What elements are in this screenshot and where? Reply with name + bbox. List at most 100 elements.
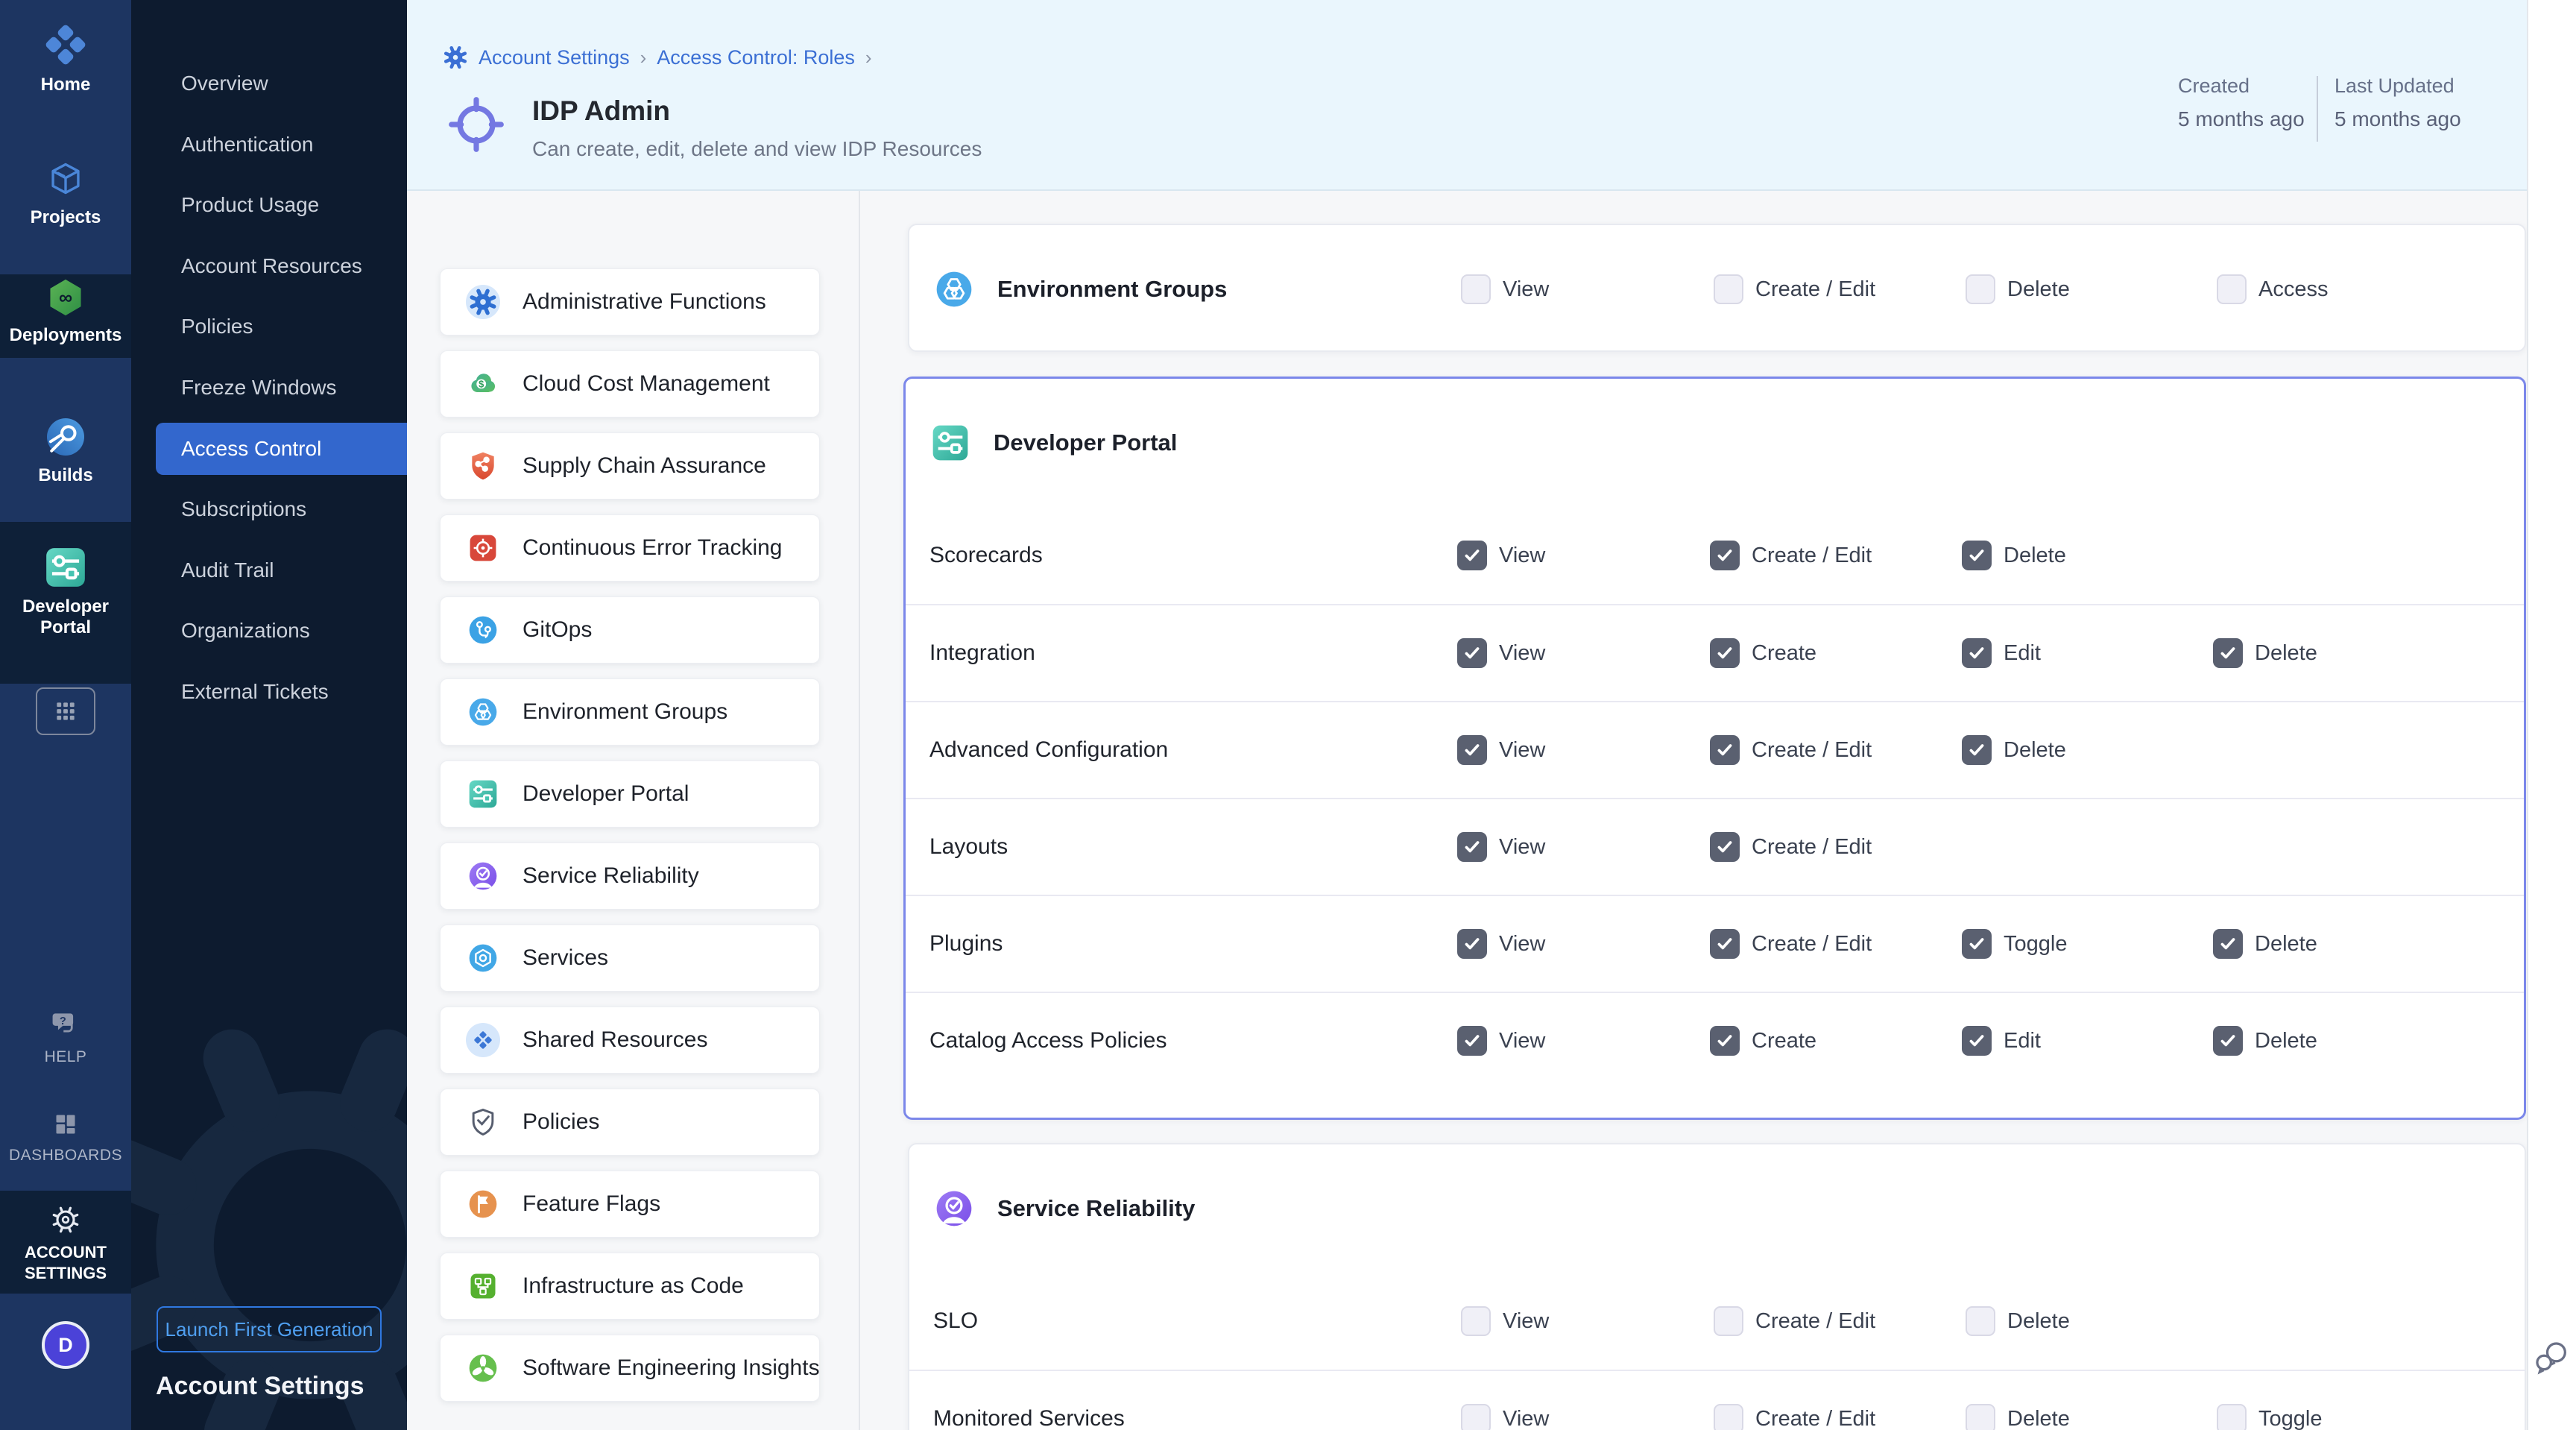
resource-category-supply-chain-assurance[interactable]: Supply Chain Assurance (440, 432, 820, 500)
devportal-icon (466, 777, 500, 811)
resource-category-label: Environment Groups (523, 699, 727, 725)
resource-category-infrastructure-as-code[interactable]: Infrastructure as Code (440, 1253, 820, 1320)
permission-checkbox[interactable] (1710, 929, 1740, 959)
support-chat-icon[interactable] (2533, 1339, 2572, 1382)
sidebar-item-account-resources[interactable]: Account Resources (131, 240, 407, 292)
permission-checkbox[interactable] (1710, 1026, 1740, 1056)
envgroups-icon (466, 695, 500, 729)
rail-item-help[interactable]: ?HELP (0, 1008, 131, 1068)
permission-checkbox[interactable] (1962, 638, 1992, 668)
rail-item-builds[interactable]: Builds (0, 415, 131, 486)
breadcrumb-account-settings[interactable]: Account Settings (479, 46, 630, 69)
permission-checkbox[interactable] (1966, 274, 1995, 304)
resource-category-continuous-error-tracking[interactable]: Continuous Error Tracking (440, 514, 820, 582)
permission-checkbox[interactable] (1457, 541, 1487, 570)
breadcrumb: Account Settings › Access Control: Roles… (443, 45, 872, 70)
resource-category-cloud-cost-management[interactable]: $Cloud Cost Management (440, 350, 820, 418)
permission-label: Delete (2255, 1029, 2317, 1053)
section-header: Service Reliability (909, 1144, 1195, 1273)
section-title: Service Reliability (997, 1195, 1195, 1222)
resource-category-administrative-functions[interactable]: Administrative Functions (440, 268, 820, 336)
permission-checkbox[interactable] (2213, 638, 2243, 668)
module-nav-rail: Home Projects ∞Deployments Builds DeveloperP… (0, 0, 131, 1430)
permission-checkbox[interactable] (2213, 929, 2243, 959)
permission-label: Delete (2007, 277, 2070, 302)
row-label: Integration (929, 640, 1035, 666)
permission-checkbox[interactable] (1457, 832, 1487, 862)
sidebar-item-freeze-windows[interactable]: Freeze Windows (131, 362, 407, 414)
permission-row-slo: SLOViewCreate / EditDelete (909, 1273, 2525, 1370)
permission-checkbox[interactable] (1966, 1404, 1995, 1430)
permission-section-developer-portal[interactable]: Developer PortalScorecardsViewCreate / E… (903, 377, 2526, 1120)
permission-checkbox[interactable] (1962, 541, 1992, 570)
sidebar-item-authentication[interactable]: Authentication (131, 119, 407, 171)
rail-item-label: Home (0, 75, 131, 95)
resource-category-environment-groups[interactable]: Environment Groups (440, 678, 820, 746)
permission-label: Create (1752, 1029, 1816, 1053)
sidebar-item-policies[interactable]: Policies (131, 300, 407, 353)
rail-item-deployments[interactable]: ∞Deployments (0, 276, 131, 346)
permission-rows: SLOViewCreate / EditDeleteMonitored Serv… (909, 1273, 2525, 1430)
permission-checkbox[interactable] (1461, 1306, 1491, 1336)
rail-item-projects[interactable]: Projects (0, 158, 131, 228)
avatar[interactable]: D (42, 1321, 89, 1369)
module-picker-button[interactable] (36, 687, 95, 735)
sidebar-item-subscriptions[interactable]: Subscriptions (131, 483, 407, 535)
rail-item-label: Deployments (0, 325, 131, 346)
permission-checkbox[interactable] (2217, 274, 2247, 304)
permission-row-plugins: PluginsViewCreate / EditToggleDelete (906, 895, 2524, 992)
permission-edit: Edit (1962, 638, 2041, 668)
permission-checkbox[interactable] (1710, 735, 1740, 765)
permission-checkbox[interactable] (1710, 638, 1740, 668)
permission-checkbox[interactable] (1714, 274, 1743, 304)
rail-item-developer-portal[interactable]: DeveloperPortal (0, 544, 131, 638)
permission-checkbox[interactable] (1457, 735, 1487, 765)
ff-icon (466, 1187, 500, 1221)
sidebar-item-overview[interactable]: Overview (131, 57, 407, 110)
permission-checkbox[interactable] (1962, 929, 1992, 959)
permission-checkbox[interactable] (1962, 735, 1992, 765)
sidebar-item-access-control[interactable]: Access Control (156, 423, 407, 475)
resource-category-gitops[interactable]: GitOps (440, 596, 820, 664)
permission-checkbox[interactable] (2213, 1026, 2243, 1056)
permission-view: View (1457, 832, 1545, 862)
permission-checkbox[interactable] (2217, 1404, 2247, 1430)
resource-category-feature-flags[interactable]: Feature Flags (440, 1171, 820, 1238)
sidebar-item-organizations[interactable]: Organizations (131, 605, 407, 657)
permission-view: View (1457, 929, 1545, 959)
sidebar-item-product-usage[interactable]: Product Usage (131, 179, 407, 231)
permission-checkbox[interactable] (1714, 1306, 1743, 1336)
sidebar-item-external-tickets[interactable]: External Tickets (131, 666, 407, 718)
projects-icon (44, 158, 87, 201)
sidebar-item-audit-trail[interactable]: Audit Trail (131, 544, 407, 596)
resource-category-service-reliability[interactable]: Service Reliability (440, 842, 820, 910)
permission-checkbox[interactable] (1461, 274, 1491, 304)
permission-create-edit: Create / Edit (1710, 929, 1872, 959)
permission-checkbox[interactable] (1710, 541, 1740, 570)
rail-item-account-settings[interactable]: ACCOUNTSETTINGS (0, 1203, 131, 1284)
resource-category-shared-resources[interactable]: Shared Resources (440, 1007, 820, 1074)
breadcrumb-access-control-roles[interactable]: Access Control: Roles (657, 46, 855, 69)
permission-checkbox[interactable] (1966, 1306, 1995, 1336)
breadcrumb-separator: › (640, 46, 647, 69)
resource-category-label: Policies (523, 1109, 599, 1135)
rail-item-home[interactable]: Home (0, 21, 131, 95)
launch-first-generation-button[interactable]: Launch First Generation (157, 1306, 382, 1352)
permission-toggle: Toggle (2217, 1404, 2322, 1430)
resource-category-policies[interactable]: Policies (440, 1089, 820, 1156)
resource-category-services[interactable]: Services (440, 925, 820, 992)
app-root: Home Projects ∞Deployments Builds DeveloperP… (0, 0, 2576, 1430)
permission-checkbox[interactable] (1461, 1404, 1491, 1430)
permission-label: Create / Edit (1755, 1309, 1875, 1334)
permission-checkbox[interactable] (1457, 929, 1487, 959)
permission-checkbox[interactable] (1714, 1404, 1743, 1430)
resource-category-developer-portal[interactable]: Developer Portal (440, 760, 820, 828)
rail-item-dashboards[interactable]: DASHBOARDS (0, 1109, 131, 1166)
resource-category-software-engineering-insights[interactable]: Software Engineering Insights (440, 1335, 820, 1402)
permission-checkbox[interactable] (1962, 1026, 1992, 1056)
permission-row-monitored-services: Monitored ServicesViewCreate / EditDelet… (909, 1370, 2525, 1430)
permission-checkbox[interactable] (1457, 638, 1487, 668)
permission-create-edit: Create / Edit (1710, 541, 1872, 570)
permission-checkbox[interactable] (1457, 1026, 1487, 1056)
permission-checkbox[interactable] (1710, 832, 1740, 862)
